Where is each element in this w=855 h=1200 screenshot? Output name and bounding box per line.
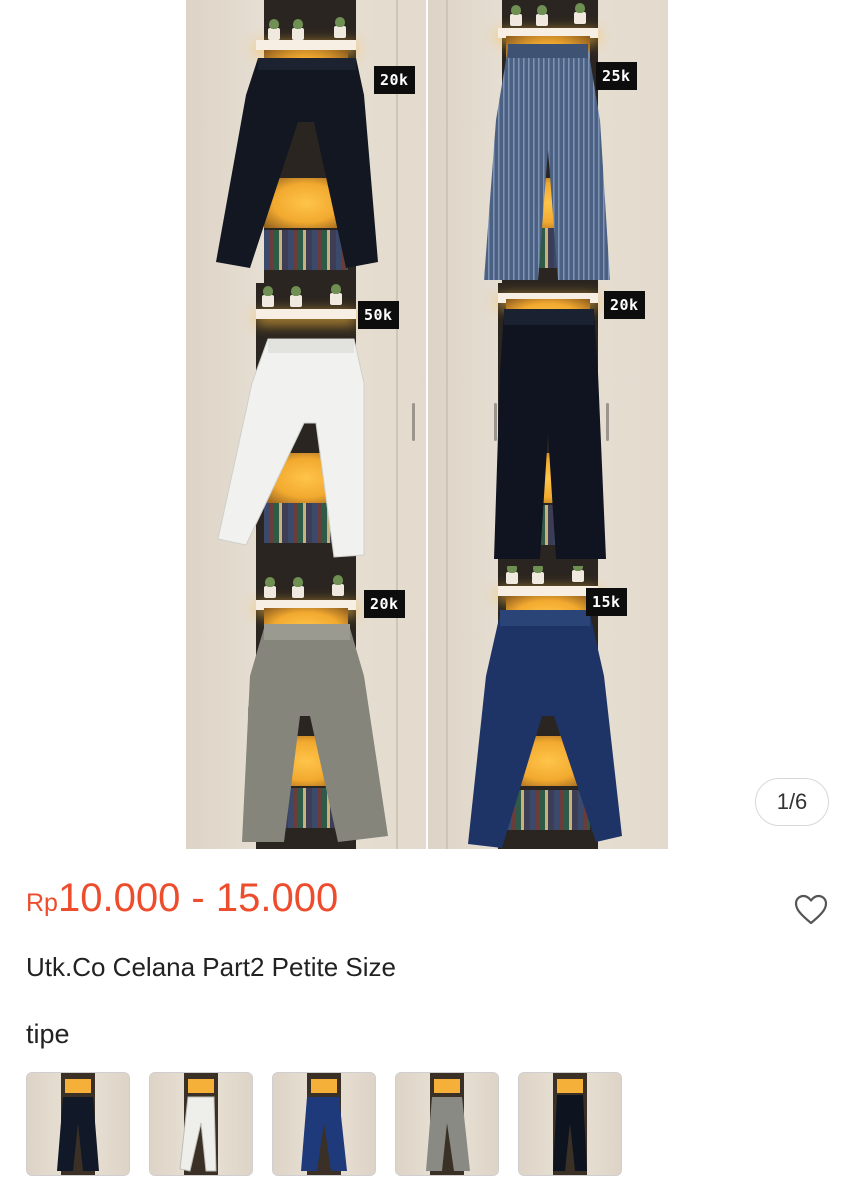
price-tag: 20k — [374, 66, 415, 94]
product-image[interactable]: 20k 25k 50k 20k 20k 15k — [186, 0, 668, 849]
price-tag: 50k — [358, 301, 399, 329]
collage-panel-1: 20k — [186, 0, 426, 283]
white-pants-thumbnail — [179, 1096, 217, 1172]
striped-pants-image — [484, 44, 610, 280]
currency-symbol: Rp — [26, 889, 58, 917]
price-tag: 15k — [586, 588, 627, 616]
price-tag: 20k — [364, 590, 405, 618]
variant-list — [26, 1072, 622, 1176]
price-value: 10.000 - 15.000 — [57, 876, 339, 920]
collage-panel-2: 25k — [428, 0, 668, 283]
variant-option-5[interactable] — [518, 1072, 622, 1176]
navy-pants-image — [468, 610, 622, 848]
navy-pants-thumbnail — [57, 1097, 99, 1171]
price-range: Rp10.000 - 15.000 — [26, 876, 338, 921]
heart-icon — [794, 894, 828, 925]
variant-option-4[interactable] — [395, 1072, 499, 1176]
dark-wide-pants-image — [494, 309, 606, 559]
blue-pants-thumbnail — [301, 1097, 347, 1171]
image-counter: 1/6 — [755, 778, 829, 826]
variant-option-2[interactable] — [149, 1072, 253, 1176]
collage-panel-6: 15k — [428, 566, 668, 849]
variant-option-3[interactable] — [272, 1072, 376, 1176]
black-pants-thumbnail — [553, 1095, 587, 1171]
collage-panel-4: 20k — [428, 283, 668, 566]
product-title: Utk.Co Celana Part2 Petite Size — [26, 952, 396, 982]
price-tag: 25k — [596, 62, 637, 90]
favorite-button[interactable] — [794, 894, 828, 926]
collage-panel-5: 20k — [186, 566, 426, 849]
price-tag: 20k — [604, 291, 645, 319]
product-image-gallery[interactable]: 20k 25k 50k 20k 20k 15k 1/6 — [0, 0, 855, 849]
dark-pants-image — [216, 58, 378, 268]
collage-panel-3: 50k — [186, 283, 426, 566]
variant-option-1[interactable] — [26, 1072, 130, 1176]
variant-section-label: tipe — [26, 1019, 70, 1049]
grey-pants-thumbnail — [426, 1097, 470, 1171]
